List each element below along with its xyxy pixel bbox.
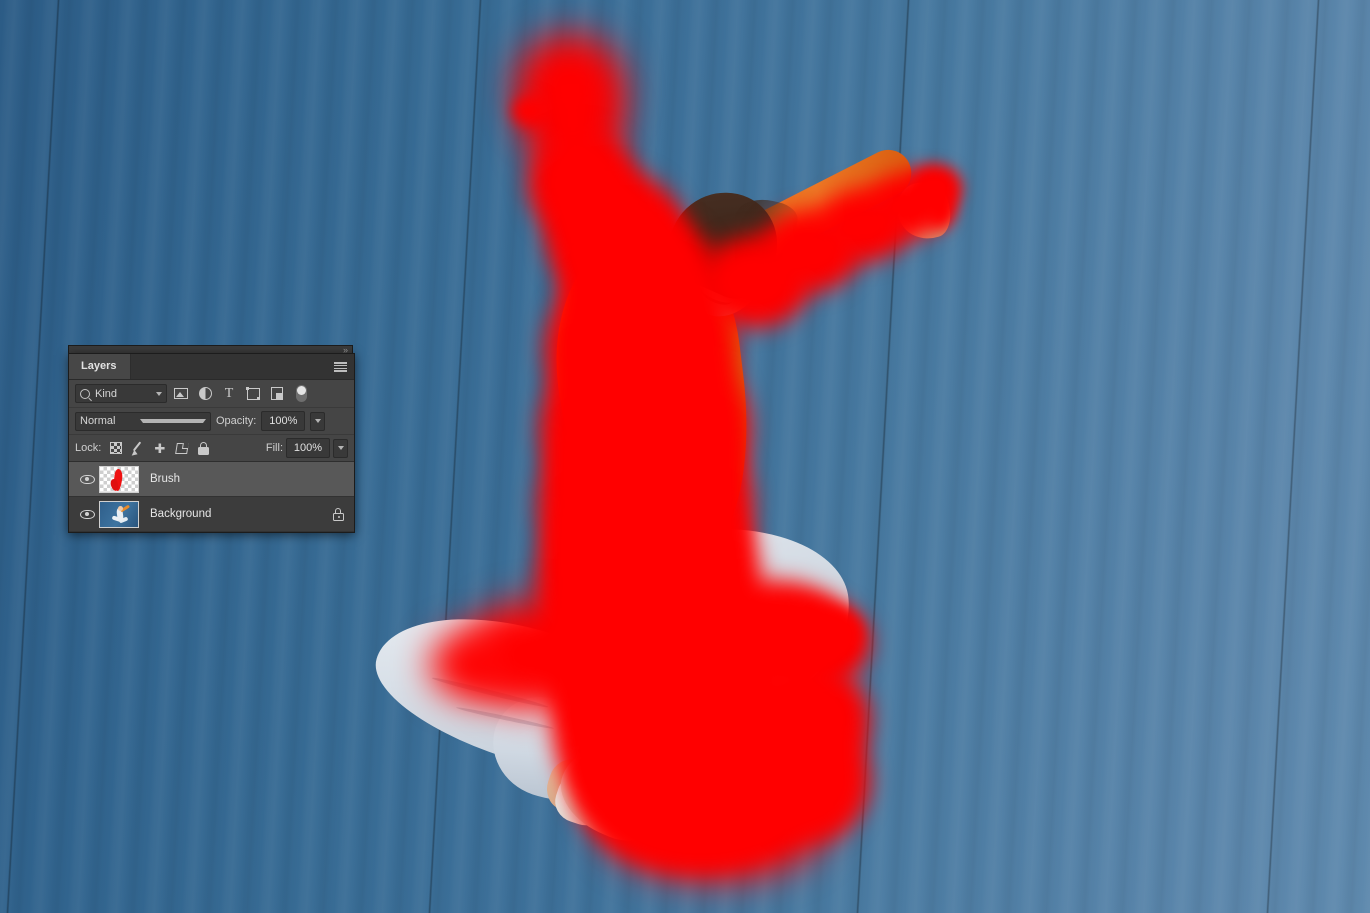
chevron-down-icon (140, 419, 206, 423)
fill-label: Fill: (265, 442, 283, 454)
eye-icon (79, 474, 95, 484)
hamburger-menu-icon[interactable] (334, 362, 347, 372)
filter-adjustment-layers-icon[interactable] (195, 384, 215, 404)
layer-lock-indicator (330, 507, 346, 521)
opacity-stepper[interactable] (310, 411, 326, 431)
blend-mode-select[interactable]: Normal (75, 411, 211, 431)
layer-name-background[interactable]: Background (150, 508, 330, 520)
photoshop-canvas-screenshot: » Layers Kind T Normal Opacity: 100% Loc… (0, 0, 1370, 913)
filter-smart-object-layers-icon[interactable] (267, 384, 287, 404)
fill-stepper[interactable] (333, 438, 348, 458)
lock-position-icon[interactable]: ✚ (150, 439, 169, 458)
lock-artboard-nesting-icon[interactable] (172, 439, 191, 458)
opacity-label: Opacity: (216, 415, 257, 427)
filter-type-layers-icon[interactable]: T (219, 384, 239, 404)
panel-tab-bar: Layers (69, 354, 354, 380)
blend-mode-row: Normal Opacity: 100% (69, 407, 354, 434)
layer-thumbnail-background[interactable] (99, 500, 139, 528)
layer-thumbnail-brush[interactable] (99, 465, 139, 493)
layer-row-brush[interactable]: Brush (69, 462, 354, 497)
chevron-down-icon (337, 446, 344, 450)
layers-list: Brush Background (69, 461, 354, 532)
filter-shape-layers-icon[interactable] (243, 384, 263, 404)
fill-input[interactable]: 100% (286, 438, 330, 458)
lock-transparent-pixels-icon[interactable] (106, 439, 125, 458)
lock-label: Lock: (75, 442, 102, 454)
layer-name-brush[interactable]: Brush (150, 473, 330, 485)
filter-kind-select[interactable]: Kind (75, 384, 167, 403)
eye-icon (79, 509, 95, 519)
layer-visibility-toggle[interactable] (75, 497, 99, 531)
opacity-input[interactable]: 100% (261, 411, 306, 431)
filter-kind-label: Kind (95, 387, 118, 400)
blend-mode-value: Normal (80, 415, 116, 427)
search-icon (80, 388, 90, 399)
tab-layers[interactable]: Layers (69, 354, 132, 379)
chevron-down-icon (156, 391, 162, 396)
layer-filter-row: Kind T (69, 380, 354, 407)
lock-image-pixels-icon[interactable] (128, 439, 147, 458)
filter-toggle-icon[interactable] (291, 384, 311, 404)
chevron-down-icon (314, 419, 321, 423)
layer-row-background[interactable]: Background (69, 497, 354, 532)
layers-panel[interactable]: Layers Kind T Normal Opacity: 100% Lock:… (68, 353, 355, 533)
layer-visibility-toggle[interactable] (75, 462, 99, 496)
filter-pixel-layers-icon[interactable] (171, 384, 191, 404)
lock-all-icon[interactable] (194, 439, 213, 458)
lock-row: Lock: ✚ Fill: 100% (69, 434, 354, 461)
